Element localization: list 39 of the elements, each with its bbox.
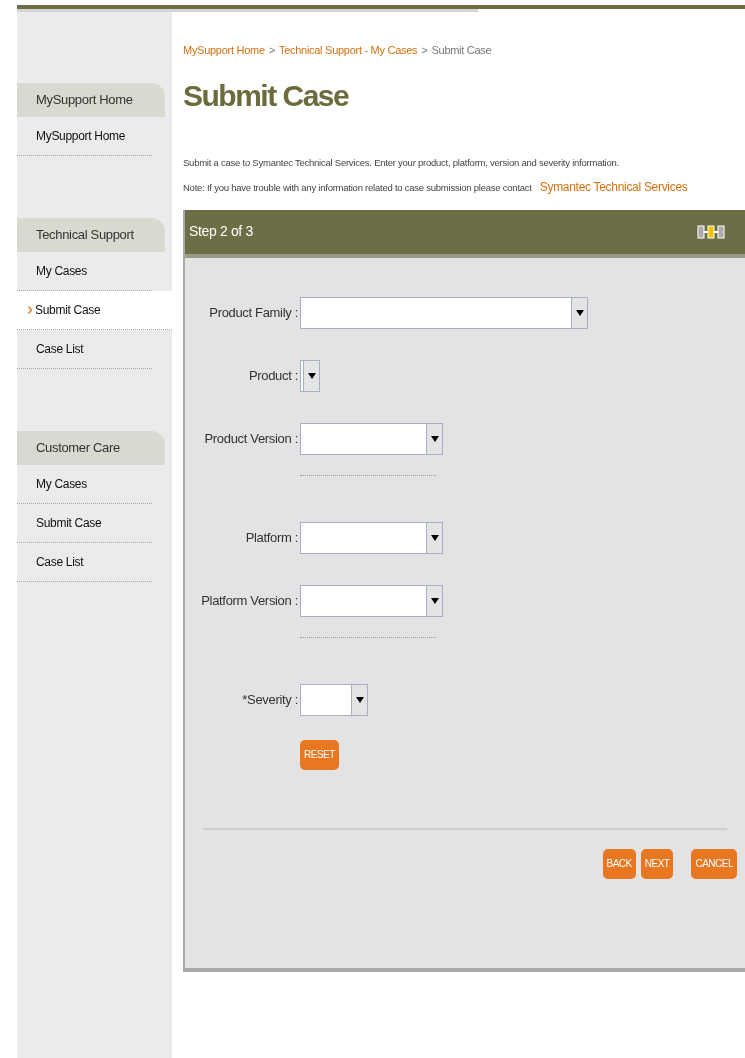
dropdown-field[interactable]: [300, 296, 588, 329]
nav-item[interactable]: Submit Case: [17, 504, 152, 543]
breadcrumb-link[interactable]: MySupport Home: [183, 42, 265, 59]
breadcrumb-link[interactable]: Technical Support - My Cases: [278, 42, 418, 59]
dropdown-arrow-icon: [430, 597, 439, 604]
dropdown-arrow-icon: [355, 696, 364, 703]
section-header: MySupport Home: [17, 83, 165, 117]
dropdown-field[interactable]: [300, 584, 443, 617]
breadcrumb-text: Submit Case: [431, 43, 492, 58]
dropdown-arrow-icon: [430, 435, 439, 442]
contact-link[interactable]: Symantec Technical Services: [539, 177, 688, 196]
dropdown-arrow-icon: [575, 309, 584, 316]
dropdown-field[interactable]: [300, 359, 320, 392]
note-text: Note: If you have trouble with any information related to case submission please contact: [183, 180, 532, 195]
intro-text: Submit a case to Symantec Technical Services. Enter your product, platform, version and severity information.: [183, 155, 620, 170]
dropdown-arrow-icon: [307, 372, 316, 379]
field-label: Product :: [247, 367, 299, 385]
step-label: Step 2 of 3: [189, 222, 253, 242]
field-label: Product Family :: [208, 304, 299, 322]
page-title: Submit Case: [183, 80, 350, 111]
dropdown-field[interactable]: [300, 521, 443, 554]
breadcrumb-text: >: [421, 43, 428, 58]
section-header: Technical Support: [17, 218, 165, 252]
breadcrumb-text: >: [268, 43, 275, 58]
dropdown-arrow-icon: [430, 534, 439, 541]
nav-item[interactable]: MySupport Home: [17, 117, 152, 156]
nav-item[interactable]: Submit Case: [17, 291, 172, 330]
field-label: Platform :: [244, 529, 299, 547]
dropdown-field[interactable]: [300, 422, 443, 455]
chevron-icon: [28, 306, 32, 314]
field-label: Product Version :: [203, 430, 299, 448]
dropdown-field[interactable]: [300, 683, 368, 716]
section-header: Customer Care: [17, 431, 165, 465]
nav-item[interactable]: Case List: [17, 330, 152, 369]
step-progress-icon: [697, 224, 727, 239]
nav-item[interactable]: Case List: [17, 543, 152, 582]
nav-item[interactable]: My Cases: [17, 465, 152, 504]
field-label: Platform Version :: [200, 592, 299, 610]
field-label: *Severity :: [241, 691, 299, 709]
